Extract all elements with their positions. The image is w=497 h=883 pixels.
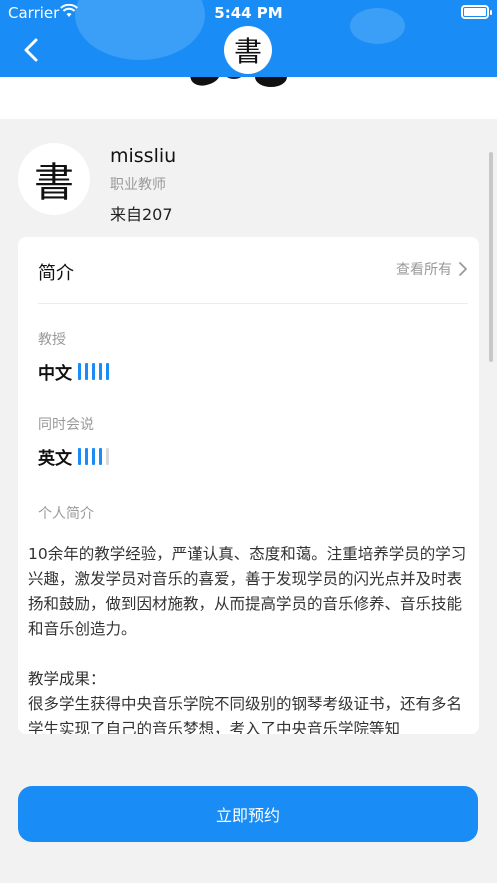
teacher-origin: 来自207	[110, 205, 173, 224]
ink-decoration	[225, 77, 243, 79]
book-now-button[interactable]: 立即预约	[18, 786, 478, 842]
see-all-label: 查看所有	[396, 262, 452, 278]
speaks-language: 英文	[38, 449, 72, 469]
proficiency-bar	[92, 363, 95, 380]
back-button[interactable]	[18, 36, 46, 64]
scrollbar[interactable]	[489, 152, 493, 362]
proficiency-bars	[78, 448, 109, 465]
teaches-language: 中文	[38, 364, 72, 384]
teaches-label: 教授	[38, 332, 66, 348]
avatar: 書	[18, 143, 90, 215]
proficiency-bar	[106, 363, 109, 380]
proficiency-bar	[78, 363, 81, 380]
teacher-profile: 書 missliu 职业教师 来自207	[0, 119, 497, 239]
teaches-language-row: 中文	[38, 359, 109, 384]
intro-card-header: 简介 查看所有	[38, 237, 468, 304]
proficiency-bars	[78, 363, 109, 380]
also-speaks-label: 同时会说	[38, 417, 94, 433]
chevron-left-icon	[24, 38, 38, 62]
nav-logo: 書	[224, 26, 272, 74]
header-banner	[0, 77, 497, 119]
see-all-link[interactable]: 查看所有	[396, 259, 468, 279]
teacher-role: 职业教师	[110, 177, 166, 193]
status-time: 5:44 PM	[214, 4, 283, 22]
proficiency-bar	[99, 363, 102, 380]
bio-text: 10余年的教学经验，严谨认真、态度和蔼。注重培养学员的学习兴趣，激发学员对音乐的…	[28, 545, 467, 734]
status-bar: Carrier 5:44 PM	[0, 0, 497, 26]
proficiency-bar	[85, 363, 88, 380]
proficiency-bar	[78, 448, 81, 465]
proficiency-bar	[85, 448, 88, 465]
intro-card: 简介 查看所有 教授 中文 同时会说 英文 个人简介 10余年的教学经验，严谨认…	[18, 237, 479, 734]
proficiency-bar	[99, 448, 102, 465]
battery-icon	[461, 5, 492, 19]
teacher-name: missliu	[110, 145, 177, 167]
chevron-right-icon	[459, 262, 467, 276]
personal-intro-label: 个人简介	[38, 506, 94, 522]
proficiency-bar	[106, 448, 109, 465]
ink-decoration	[255, 77, 287, 87]
intro-title: 简介	[38, 263, 74, 284]
speaks-language-row: 英文	[38, 444, 109, 469]
proficiency-bar	[92, 448, 95, 465]
ink-decoration	[187, 77, 223, 89]
